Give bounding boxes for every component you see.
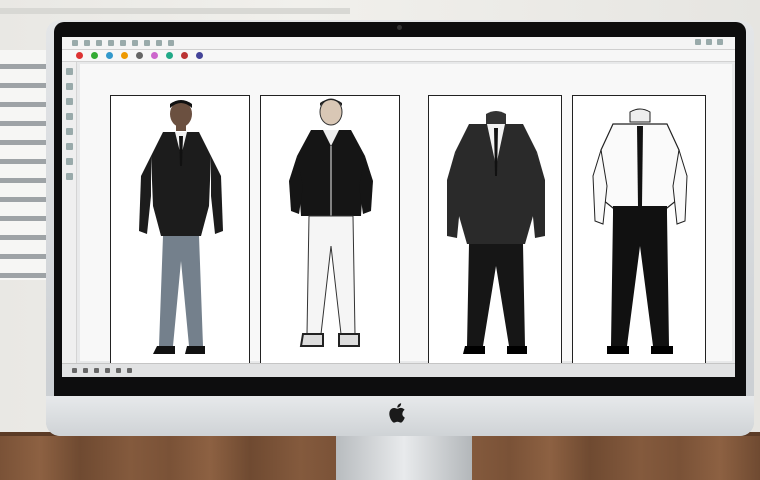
main-toolbar <box>62 37 735 50</box>
monitor-stand <box>336 436 472 480</box>
text-tool-icon[interactable] <box>65 143 73 150</box>
copy-icon[interactable] <box>132 40 138 46</box>
window-controls <box>695 39 723 45</box>
color-swatch-icon[interactable] <box>76 52 83 59</box>
paste-icon[interactable] <box>144 40 150 46</box>
taskbar-app-icon[interactable] <box>116 368 121 373</box>
redo-icon[interactable] <box>168 40 174 46</box>
color-swatch-icon[interactable] <box>151 52 158 59</box>
color-swatch-icon[interactable] <box>91 52 98 59</box>
brush-tool-icon[interactable] <box>65 98 73 105</box>
color-swatch-icon[interactable] <box>181 52 188 59</box>
color-swatch-icon[interactable] <box>136 52 143 59</box>
open-file-icon[interactable] <box>84 40 90 46</box>
apple-logo-icon <box>387 401 409 425</box>
tool-palette <box>62 62 77 368</box>
background-shelf <box>0 8 350 14</box>
black-suit-illustration <box>447 111 545 354</box>
undo-icon[interactable] <box>156 40 162 46</box>
new-file-icon[interactable] <box>72 40 78 46</box>
fill-tool-icon[interactable] <box>65 158 73 165</box>
print-icon[interactable] <box>108 40 114 46</box>
camera-icon <box>397 25 402 30</box>
pen-tool-icon[interactable] <box>65 83 73 90</box>
businessman-illustration <box>139 100 223 354</box>
color-swatch-icon[interactable] <box>106 52 113 59</box>
panel-white-shirt[interactable] <box>572 95 706 370</box>
close-icon[interactable] <box>717 39 723 45</box>
save-icon[interactable] <box>96 40 102 46</box>
taskbar-app-icon[interactable] <box>127 368 132 373</box>
start-icon[interactable] <box>72 368 77 373</box>
taskbar-app-icon[interactable] <box>105 368 110 373</box>
drawing-canvas[interactable] <box>80 64 732 370</box>
taskbar-app-icon[interactable] <box>94 368 99 373</box>
cut-icon[interactable] <box>120 40 126 46</box>
select-tool-icon[interactable] <box>65 68 73 75</box>
panel-businessman[interactable] <box>110 95 250 370</box>
color-swatch-icon[interactable] <box>196 52 203 59</box>
white-shirt-illustration <box>592 108 688 354</box>
color-toolbar <box>62 50 735 62</box>
color-swatch-icon[interactable] <box>166 52 173 59</box>
panel-bomber-jacket[interactable] <box>260 95 400 370</box>
shape-tool-icon[interactable] <box>65 128 73 135</box>
minimize-icon[interactable] <box>695 39 701 45</box>
panel-black-suit[interactable] <box>428 95 562 370</box>
eraser-tool-icon[interactable] <box>65 113 73 120</box>
taskbar <box>62 363 735 377</box>
taskbar-app-icon[interactable] <box>83 368 88 373</box>
app-window <box>62 37 735 377</box>
color-swatch-icon[interactable] <box>121 52 128 59</box>
maximize-icon[interactable] <box>706 39 712 45</box>
bomber-jacket-illustration <box>289 98 373 347</box>
zoom-tool-icon[interactable] <box>65 173 73 180</box>
